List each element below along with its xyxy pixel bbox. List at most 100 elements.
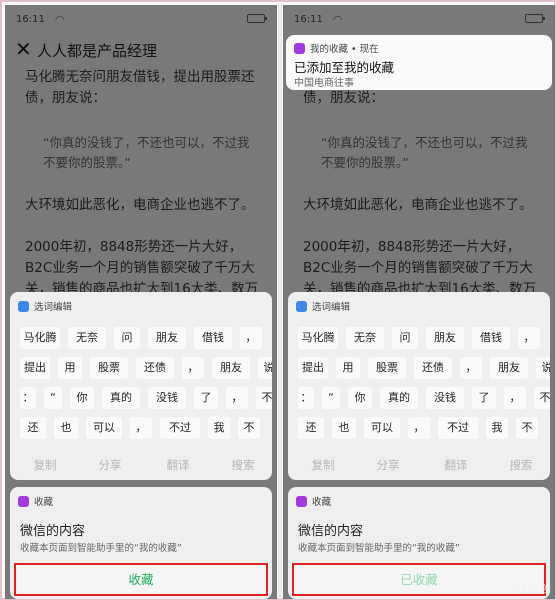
word-chip[interactable]: 我	[208, 417, 230, 439]
fav-sheet-title: 收藏	[312, 497, 332, 508]
word-chip[interactable]: 还	[298, 417, 324, 439]
word-chip[interactable]: 说	[258, 357, 272, 379]
word-chip[interactable]: ，	[504, 387, 526, 409]
word-chip[interactable]: ，	[130, 417, 152, 439]
wifi-icon: ◠	[55, 13, 65, 26]
bookmark-app-icon	[296, 496, 307, 507]
word-chip[interactable]: ：	[20, 387, 36, 409]
word-chip[interactable]: 股票	[368, 357, 406, 379]
translate-button[interactable]: 翻译	[431, 457, 481, 473]
word-chip[interactable]: 可以	[86, 417, 122, 439]
word-chip[interactable]: ：	[298, 387, 314, 409]
word-chip[interactable]: 你	[348, 387, 372, 409]
word-chip[interactable]: 没钱	[426, 387, 464, 409]
favorite-sheet: 收藏 微信的内容 收藏本页面到智能助手里的“我的收藏” 收藏	[10, 487, 272, 599]
status-time: 16:11	[16, 14, 45, 25]
word-chip[interactable]: 你	[70, 387, 94, 409]
word-chip[interactable]: 了	[472, 387, 496, 409]
word-chip[interactable]: 真的	[102, 387, 140, 409]
notification-banner[interactable]: 我的收藏 • 现在 已添加至我的收藏 中国电商往事	[286, 35, 552, 90]
bookmark-app-icon	[294, 43, 305, 54]
fav-sheet-title: 收藏	[34, 497, 54, 508]
word-chip[interactable]: 提出	[298, 357, 328, 379]
close-icon[interactable]: ✕	[15, 38, 32, 60]
word-chip[interactable]: 朋友	[490, 357, 528, 379]
word-chip[interactable]: 无奈	[68, 327, 106, 349]
share-button[interactable]: 分享	[85, 457, 135, 473]
copy-button[interactable]: 复制	[20, 457, 70, 473]
word-chip[interactable]: 还债	[414, 357, 452, 379]
word-chip[interactable]: 用	[58, 357, 82, 379]
word-chip[interactable]: 无奈	[346, 327, 384, 349]
screenshot-frame: 16:11 ◠ ✕ 人人都是产品经理 马化腾无奈问朋友借钱，提出用股票还债，朋友…	[0, 0, 556, 600]
word-sheet-header: 选词编辑	[18, 299, 72, 313]
word-chip[interactable]: 了	[194, 387, 218, 409]
left-screen: 16:11 ◠ ✕ 人人都是产品经理 马化腾无奈问朋友借钱，提出用股票还债，朋友…	[5, 5, 277, 599]
word-chip[interactable]: 不	[516, 417, 538, 439]
word-chip[interactable]: 用	[336, 357, 360, 379]
favorited-button[interactable]: 已收藏	[292, 563, 546, 596]
search-button[interactable]: 搜索	[496, 457, 546, 473]
article-paragraph-2: 大环境如此恶化，电商企业也逃不了。	[303, 197, 533, 213]
watermark: 大枫合	[519, 585, 549, 596]
wifi-icon: ◠	[333, 13, 343, 26]
word-chip[interactable]: 不	[256, 387, 272, 409]
word-chip[interactable]: 也	[54, 417, 78, 439]
word-chip[interactable]: 我	[486, 417, 508, 439]
word-chip[interactable]: 真的	[380, 387, 418, 409]
word-chip[interactable]: 不过	[160, 417, 200, 439]
word-chip[interactable]: ，	[182, 357, 204, 379]
panel-divider	[278, 5, 282, 599]
translate-button[interactable]: 翻译	[153, 457, 203, 473]
fav-item-desc: 收藏本页面到智能助手里的“我的收藏”	[298, 543, 460, 554]
copy-button[interactable]: 复制	[298, 457, 348, 473]
word-chip[interactable]: 还	[20, 417, 46, 439]
notification-header: 我的收藏 • 现在	[294, 41, 379, 55]
edit-app-icon	[296, 301, 307, 312]
word-chip[interactable]: “	[322, 387, 340, 409]
word-chip[interactable]: 问	[114, 327, 140, 349]
word-sheet-title: 选词编辑	[34, 302, 73, 313]
word-sheet-title: 选词编辑	[312, 302, 351, 313]
share-button[interactable]: 分享	[363, 457, 413, 473]
battery-icon	[247, 14, 267, 23]
word-chip[interactable]: 可以	[364, 417, 400, 439]
word-chip[interactable]: 说	[536, 357, 550, 379]
status-bar: 16:11 ◠	[5, 5, 277, 35]
battery-icon	[525, 14, 545, 23]
word-chip[interactable]: 不过	[438, 417, 478, 439]
word-select-sheet: 选词编辑 马化腾 无奈问朋友 借钱，提出用股票 还债，朋友说： “你真的 没钱了，不还也可…	[10, 292, 272, 480]
word-chip[interactable]: 股票	[90, 357, 128, 379]
word-chip[interactable]: 没钱	[148, 387, 186, 409]
search-button[interactable]: 搜索	[218, 457, 268, 473]
word-actions: 复制 分享 翻译 搜索	[10, 452, 272, 480]
word-chip[interactable]: 朋友	[212, 357, 250, 379]
article-paragraph-1: 马化腾无奈问朋友借钱，提出用股票还债，朋友说：	[25, 69, 255, 106]
word-chip[interactable]: ，	[408, 417, 430, 439]
word-chip[interactable]: 提出	[20, 357, 50, 379]
word-chip[interactable]: ，	[460, 357, 482, 379]
edit-app-icon	[18, 301, 29, 312]
word-chip[interactable]: 朋友	[148, 327, 186, 349]
word-chip[interactable]: 不	[534, 387, 550, 409]
fav-item-title: 微信的内容	[298, 524, 364, 539]
fav-sheet-header: 收藏	[18, 494, 53, 508]
word-chip[interactable]: 朋友	[426, 327, 464, 349]
word-chip[interactable]: 问	[392, 327, 418, 349]
word-chip[interactable]: 马化腾	[298, 327, 338, 349]
status-time: 16:11	[294, 14, 323, 25]
word-chip[interactable]: 也	[332, 417, 356, 439]
word-chip[interactable]: ，	[240, 327, 262, 349]
bookmark-app-icon	[18, 496, 29, 507]
word-chip[interactable]: “	[44, 387, 62, 409]
favorite-button[interactable]: 收藏	[14, 563, 268, 596]
word-chip[interactable]: 还债	[136, 357, 174, 379]
word-chip[interactable]: ，	[518, 327, 540, 349]
word-chip[interactable]: 借钱	[194, 327, 232, 349]
word-chip[interactable]: 借钱	[472, 327, 510, 349]
fav-item-title: 微信的内容	[20, 524, 86, 539]
word-actions: 复制 分享 翻译 搜索	[288, 452, 550, 480]
word-chip[interactable]: 不	[238, 417, 260, 439]
word-chip[interactable]: 马化腾	[20, 327, 60, 349]
word-chip[interactable]: ，	[226, 387, 248, 409]
